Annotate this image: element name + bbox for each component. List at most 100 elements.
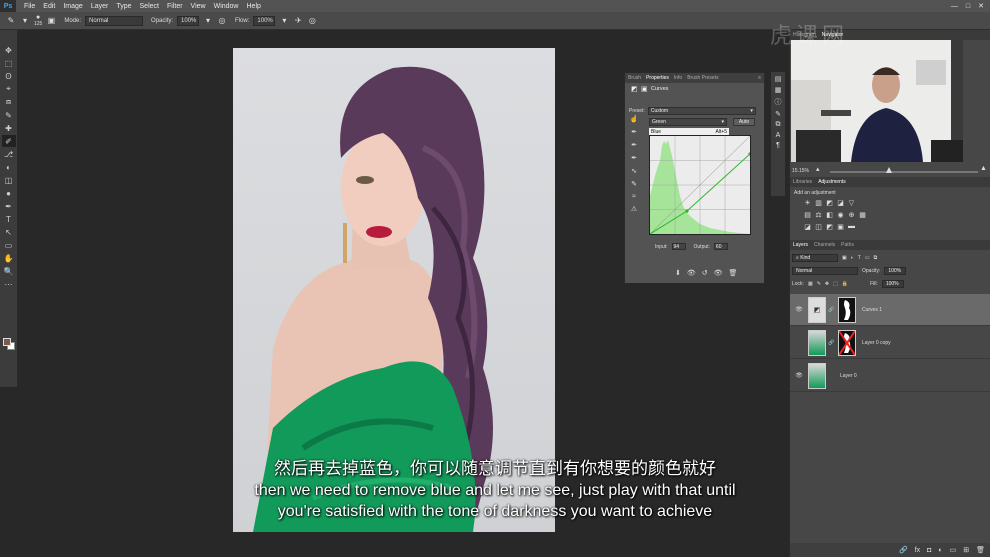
zoom-tool-icon[interactable]: 🔍 (2, 265, 16, 277)
visibility-off-box[interactable]: □ (794, 340, 804, 346)
tab-libraries[interactable]: Libraries (793, 179, 812, 185)
mask-icon[interactable]: ▣ (641, 85, 648, 93)
tab-info[interactable]: Info (674, 75, 682, 81)
add-mask-icon[interactable]: ◘ (927, 547, 931, 554)
zoom-in-icon[interactable]: ▲ (980, 165, 987, 172)
type-filter-icon[interactable]: T (858, 255, 861, 261)
invert-icon[interactable]: ◪ (802, 222, 813, 231)
mask-link-icon[interactable]: 🔗 (828, 307, 834, 313)
rectangle-tool-icon[interactable]: ▭ (2, 239, 16, 251)
menu-help[interactable]: Help (243, 3, 265, 10)
new-group-icon[interactable]: ▭ (950, 546, 957, 554)
selective-color-icon[interactable]: ▣ (835, 222, 846, 231)
navigator-zoom[interactable]: 15.15% (792, 168, 809, 174)
color-balance-icon[interactable]: ⚖ (813, 210, 824, 219)
threshold-icon[interactable]: ◩ (824, 222, 835, 231)
fill-field[interactable]: 100% (881, 280, 904, 288)
pixel-filter-icon[interactable]: ▣ (842, 255, 847, 261)
eraser-tool-icon[interactable]: ◫ (2, 174, 16, 186)
layer-name[interactable]: Layer 0 (840, 373, 857, 379)
brush-tool-icon[interactable]: ✎ (6, 16, 16, 26)
lock-image-icon[interactable]: ✎ (817, 281, 821, 287)
tab-paths[interactable]: Paths (841, 242, 854, 248)
lock-transparent-icon[interactable]: ▦ (808, 281, 813, 287)
minimize-button[interactable]: — (951, 3, 958, 10)
targeted-adjustment-icon[interactable]: ☝ (630, 115, 639, 123)
marquee-tool-icon[interactable]: ⬚ (2, 57, 16, 69)
chevron-down-icon[interactable]: ▾ (20, 16, 30, 26)
layer-row-layer-0-copy[interactable]: □ 🔗 Layer 0 copy (790, 327, 990, 359)
menu-view[interactable]: View (187, 3, 210, 10)
layer-style-icon[interactable]: fx (915, 547, 920, 554)
pressure-opacity-icon[interactable]: ◎ (217, 16, 227, 26)
input-field[interactable]: 94 (671, 243, 686, 250)
photo-filter-icon[interactable]: ◉ (835, 210, 846, 219)
new-adjustment-icon[interactable]: ◐ (938, 547, 942, 554)
reset-icon[interactable]: ↺ (702, 269, 708, 277)
healing-tool-icon[interactable]: ✚ (2, 122, 16, 134)
lock-position-icon[interactable]: ✥ (825, 281, 829, 287)
clone-source-icon[interactable]: ⧉ (776, 121, 781, 129)
brush-panel-icon[interactable]: ✎ (775, 110, 781, 118)
white-point-eyedropper-icon[interactable]: ✒ (631, 154, 637, 162)
character-panel-icon[interactable]: A (776, 132, 781, 139)
clone-stamp-tool-icon[interactable]: ⎇ (2, 148, 16, 160)
black-white-icon[interactable]: ◧ (824, 210, 835, 219)
menu-file[interactable]: File (20, 3, 39, 10)
navigator-preview[interactable] (791, 40, 963, 162)
maximize-button[interactable]: □ (966, 3, 970, 10)
preset-select[interactable]: Custom ▾ (647, 107, 756, 115)
menu-image[interactable]: Image (59, 3, 86, 10)
lock-artboard-icon[interactable]: ⬚ (833, 281, 838, 287)
layer-name[interactable]: Layer 0 copy (862, 340, 891, 346)
move-tool-icon[interactable]: ✥ (2, 44, 16, 56)
menu-type[interactable]: Type (112, 3, 135, 10)
menu-filter[interactable]: Filter (163, 3, 187, 10)
auto-button[interactable]: Auto (733, 118, 755, 126)
curves-graph[interactable] (649, 135, 752, 235)
panel-menu-icon[interactable]: ≡ (758, 75, 764, 81)
layer-opacity-field[interactable]: 100% (884, 267, 907, 275)
close-button[interactable]: ✕ (978, 2, 984, 10)
zoom-out-icon[interactable]: ▴ (816, 165, 820, 173)
eyedropper-tool-icon[interactable]: ✎ (2, 109, 16, 121)
tab-layers[interactable]: Layers (793, 242, 808, 248)
more-tools-icon[interactable]: ⋯ (2, 278, 16, 290)
tab-properties[interactable]: Properties (646, 75, 669, 81)
navigator-zoom-slider[interactable] (830, 171, 978, 173)
smooth-icon[interactable]: ≈ (632, 193, 636, 200)
delete-icon[interactable]: 🗑 (729, 269, 738, 277)
navigator-zoom-knob[interactable] (886, 167, 892, 173)
menu-select[interactable]: Select (136, 3, 163, 10)
visibility-eye-icon[interactable]: 👁 (794, 306, 804, 313)
opacity-field[interactable]: 100% (177, 15, 200, 26)
delete-layer-icon[interactable]: 🗑 (976, 546, 985, 554)
flow-field[interactable]: 100% (253, 15, 276, 26)
hand-tool-icon[interactable]: ✋ (2, 252, 16, 264)
tab-adjustments[interactable]: Adjustments (818, 179, 846, 185)
type-tool-icon[interactable]: T (2, 213, 16, 225)
lasso-tool-icon[interactable]: ʘ (2, 70, 16, 82)
layer-mask-thumbnail[interactable] (838, 296, 856, 323)
lock-all-icon[interactable]: 🔒 (842, 281, 848, 287)
view-previous-icon[interactable]: 👁 (687, 269, 696, 277)
properties-panel-icon[interactable]: ▦ (775, 86, 782, 94)
quick-select-tool-icon[interactable]: ⌖ (2, 83, 16, 95)
hue-saturation-icon[interactable]: ▤ (802, 210, 813, 219)
brush-preset-picker[interactable]: ● 125 (34, 14, 42, 27)
curve-edit-icon[interactable]: ∿ (631, 167, 637, 175)
crop-tool-icon[interactable]: ⧈ (2, 96, 16, 108)
posterize-icon[interactable]: ◫ (813, 222, 824, 231)
info-panel-icon[interactable]: ⓘ (775, 97, 782, 107)
brush-panel-icon[interactable]: ▣ (46, 16, 56, 26)
path-selection-tool-icon[interactable]: ↖ (2, 226, 16, 238)
gray-point-eyedropper-icon[interactable]: ✒ (631, 141, 637, 149)
visibility-eye-icon[interactable]: 👁 (794, 372, 804, 379)
foreground-color-swatch[interactable] (3, 338, 11, 346)
color-lookup-icon[interactable]: ▦ (857, 210, 868, 219)
channel-select[interactable]: Green ▾ (649, 118, 727, 126)
levels-icon[interactable]: ▥ (813, 198, 824, 207)
black-point-eyedropper-icon[interactable]: ✒ (631, 128, 637, 136)
gradient-tool-icon[interactable]: ● (2, 187, 16, 199)
shape-filter-icon[interactable]: ▭ (865, 255, 870, 261)
